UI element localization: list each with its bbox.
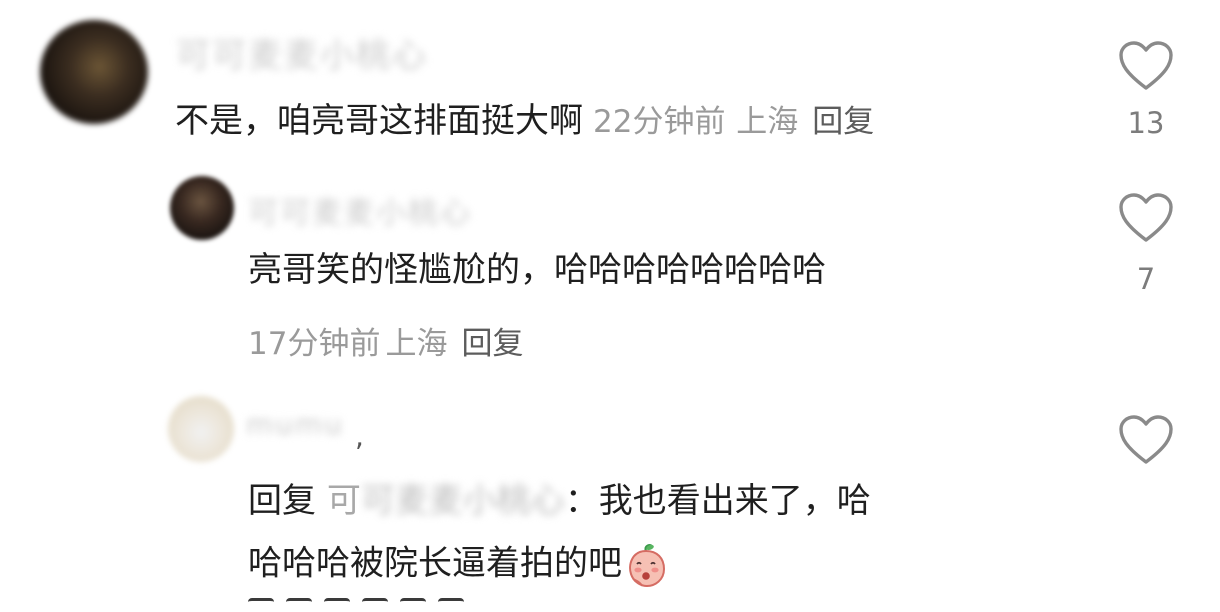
reply-button[interactable]: 回复 — [462, 326, 524, 362]
comment-text: 不是，咱亮哥这排面挺大啊 — [175, 101, 583, 141]
comment-text-line: 哈哈哈被院长逼着拍的吧 — [248, 543, 668, 587]
peach-face-emoji — [629, 544, 666, 587]
mention-blurred: 可麦麦小桃心 — [360, 481, 565, 521]
like-count: 13 — [1127, 106, 1165, 140]
mention-link[interactable]: 可可麦麦小桃心 — [327, 481, 565, 521]
heart-outline-icon — [1119, 193, 1173, 242]
comment-row: 不是，咱亮哥这排面挺大啊 22分钟前 上海 回复 — [175, 104, 874, 138]
username[interactable]: 可可麦麦小桃心 — [176, 28, 428, 77]
comment-time: 17分钟前 — [248, 326, 381, 362]
avatar[interactable] — [170, 176, 234, 240]
comment-text: ：我也看出来了，哈 — [564, 481, 871, 521]
comment-text: 亮哥笑的怪尴尬的，哈哈哈哈哈哈哈哈 — [248, 250, 826, 290]
comment-text: 哈哈哈被院长逼着拍的吧 — [248, 543, 622, 584]
comment-location: 上海 — [385, 326, 448, 362]
comment-location: 上海 — [736, 104, 799, 140]
comment-meta: 17分钟前 上海 回复 — [248, 318, 524, 363]
like-button[interactable] — [1118, 40, 1174, 92]
like-count: 7 — [1136, 262, 1156, 296]
avatar[interactable] — [40, 20, 148, 124]
comment-text-line: 回复 可可麦麦小桃心：我也看出来了，哈 — [248, 484, 871, 518]
cutoff-next-line — [248, 598, 548, 612]
heart-outline-icon — [1119, 415, 1173, 464]
mention-visible: 可 — [326, 481, 361, 521]
username[interactable]: mumu — [246, 408, 344, 441]
like-button[interactable] — [1118, 414, 1174, 466]
comment-time: 22分钟前 — [593, 104, 726, 140]
reply-prefix: 回复 — [248, 481, 316, 521]
username[interactable]: 可可麦麦小桃心 — [248, 188, 472, 232]
avatar[interactable] — [168, 396, 234, 462]
heart-outline-icon — [1119, 41, 1173, 90]
reply-button[interactable]: 回复 — [812, 104, 874, 140]
separator: , — [355, 420, 364, 453]
like-button[interactable] — [1118, 192, 1174, 244]
